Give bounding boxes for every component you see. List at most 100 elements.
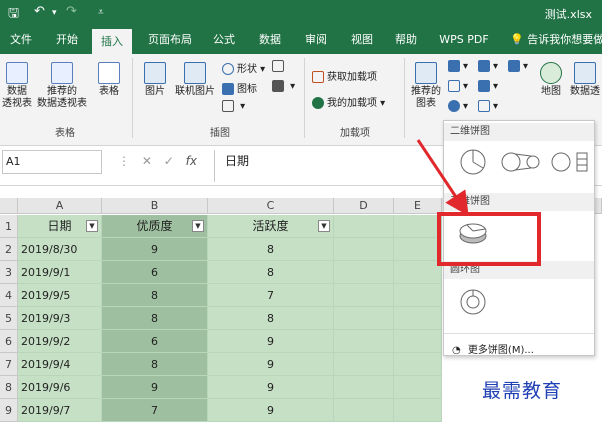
scatter-chart-button[interactable]: ▾ [478,100,498,112]
recommended-charts-button[interactable]: 推荐的 图表 [408,62,444,110]
cell-activity[interactable]: 8 [208,307,334,330]
pivot-chart-button[interactable]: 数据透 [568,62,602,98]
tab-data[interactable]: 数据 [252,26,288,54]
column-chart-button[interactable]: ▾ [448,60,468,72]
cell-quality[interactable]: 6 [102,330,208,353]
cell-d[interactable] [334,215,394,238]
waterfall-chart-button[interactable]: ▾ [478,80,498,92]
row-header[interactable]: 7 [0,353,18,376]
cell-date[interactable]: 2019/9/5 [18,284,102,307]
tab-review[interactable]: 审阅 [298,26,334,54]
cell-quality[interactable]: 7 [102,399,208,422]
filter-dropdown-icon[interactable]: ▼ [86,220,98,232]
row-header[interactable]: 6 [0,330,18,353]
cell-activity[interactable]: 9 [208,330,334,353]
enter-icon[interactable]: ✓ [164,154,174,168]
smartart-button[interactable]: ▾ [272,80,295,92]
cell-e[interactable] [394,238,442,261]
cancel-icon[interactable]: ✕ [142,154,152,168]
fx-icon[interactable]: fx [186,154,197,168]
line-chart-button[interactable]: ▾ [448,80,468,92]
column-header-d[interactable]: D [334,198,394,214]
tab-home[interactable]: 开始 [48,26,86,54]
cell-quality[interactable]: 8 [102,353,208,376]
recommended-pivot-button[interactable]: 推荐的 数据透视表 [34,62,90,110]
my-addins-button[interactable]: 我的加载项 ▾ [312,94,385,109]
select-all-corner[interactable] [0,198,18,214]
column-header-a[interactable]: A [18,198,102,214]
tab-wps-pdf[interactable]: WPS PDF [432,26,496,54]
more-pie-charts[interactable]: ◔ 更多饼图(M)... [452,341,534,356]
save-icon[interactable]: 🖫 [8,4,19,26]
tab-formulas[interactable]: 公式 [206,26,242,54]
donut-option[interactable] [454,285,490,317]
tab-help[interactable]: 帮助 [388,26,424,54]
row-header[interactable]: 2 [0,238,18,261]
cell-activity[interactable]: 9 [208,376,334,399]
cell-e[interactable] [394,284,442,307]
tab-insert[interactable]: 插入 [92,29,132,54]
tell-me-box[interactable]: 💡 告诉我你想要做什么 [510,26,602,54]
row-header[interactable]: 4 [0,284,18,307]
cell-e[interactable] [394,330,442,353]
cell-d[interactable] [334,330,394,353]
pie-option[interactable] [454,145,490,177]
bar-of-pie-option[interactable] [548,145,592,177]
column-header-c[interactable]: C [208,198,334,214]
filter-dropdown-icon[interactable]: ▼ [192,220,204,232]
header-cell[interactable]: 日期 ▼ [18,215,102,238]
hierarchy-chart-button[interactable]: ▾ [478,60,498,72]
cell-quality[interactable]: 8 [102,284,208,307]
cell-e[interactable] [394,353,442,376]
undo-dropdown-icon[interactable]: ▾ [52,8,57,18]
column-header-e[interactable]: E [394,198,442,214]
cell-quality[interactable]: 6 [102,261,208,284]
cell-date[interactable]: 2019/9/6 [18,376,102,399]
tab-page-layout[interactable]: 页面布局 [142,26,198,54]
cell-e[interactable] [394,376,442,399]
3d-models-button[interactable]: ▾ [222,100,245,112]
cell-date[interactable]: 2019/9/1 [18,261,102,284]
tab-view[interactable]: 视图 [344,26,380,54]
tab-file[interactable]: 文件 [4,26,38,54]
row-header[interactable]: 1 [0,215,18,238]
row-header[interactable]: 3 [0,261,18,284]
shapes-button[interactable]: 形状 ▾ [222,60,265,75]
cell-e[interactable] [394,215,442,238]
table-button[interactable]: 表格 [94,62,124,98]
cell-activity[interactable]: 8 [208,238,334,261]
pie-chart-button[interactable]: ▾ [448,100,468,112]
redo-icon[interactable]: ↷ [66,4,77,19]
cell-quality[interactable]: 9 [102,238,208,261]
cell-date[interactable]: 2019/8/30 [18,238,102,261]
row-header[interactable]: 5 [0,307,18,330]
cell-d[interactable] [334,284,394,307]
cell-date[interactable]: 2019/9/4 [18,353,102,376]
cell-d[interactable] [334,376,394,399]
cell-e[interactable] [394,307,442,330]
cell-activity[interactable]: 7 [208,284,334,307]
online-picture-button[interactable]: 联机图片 [172,62,218,98]
undo-icon[interactable]: ↶ [34,4,45,19]
cell-date[interactable]: 2019/9/7 [18,399,102,422]
map-button[interactable]: 地图 [538,62,564,98]
filter-dropdown-icon[interactable]: ▼ [318,220,330,232]
cell-d[interactable] [334,307,394,330]
cell-activity[interactable]: 9 [208,353,334,376]
formula-input[interactable]: 日期 [214,150,454,182]
cell-e[interactable] [394,399,442,422]
row-header[interactable]: 9 [0,399,18,422]
cell-d[interactable] [334,353,394,376]
column-header-b[interactable]: B [102,198,208,214]
cell-d[interactable] [334,261,394,284]
picture-button[interactable]: 图片 [140,62,170,98]
cell-d[interactable] [334,399,394,422]
cell-date[interactable]: 2019/9/2 [18,330,102,353]
cell-d[interactable] [334,238,394,261]
get-addins-button[interactable]: 获取加载项 [312,68,377,83]
name-box[interactable]: A1 [2,150,102,174]
customize-toolbar-icon[interactable]: ⩡ [98,7,104,18]
pie-of-pie-option[interactable] [498,145,542,177]
cell-activity[interactable]: 8 [208,261,334,284]
header-cell[interactable]: 活跃度 ▼ [208,215,334,238]
